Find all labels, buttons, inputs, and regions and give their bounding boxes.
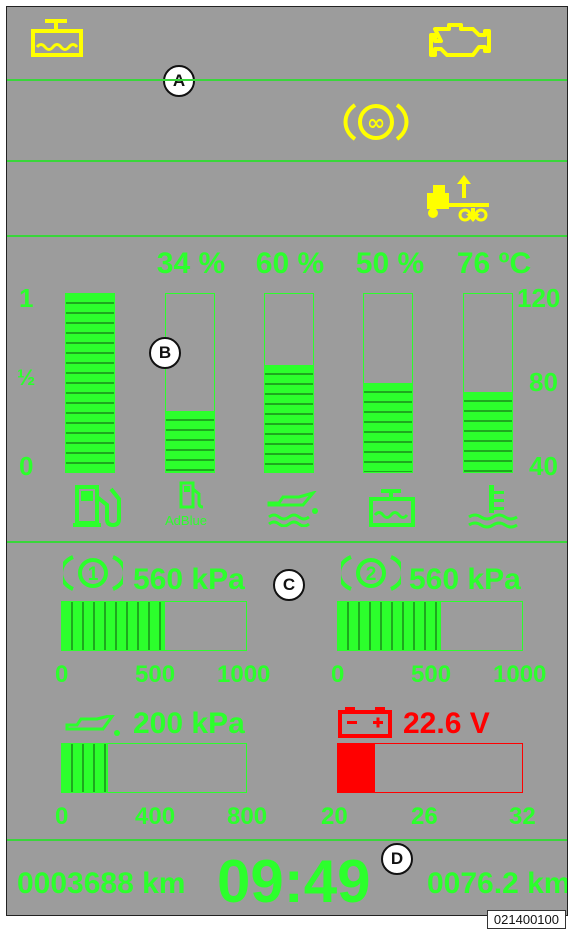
brake-circuit-1-number: 1 [88,564,99,585]
engine-warning-icon [425,21,495,62]
oil-pressure-bar [61,743,247,793]
parking-brake-icon: ∞ [341,99,411,150]
fuel-scale-empty: 0 [19,451,34,481]
brake-circuit-1-icon: 1 [59,553,127,598]
oil-tick-max: 800 [227,803,268,830]
battery-tick-max: 32 [509,803,536,830]
coolant-percent: 50 % [355,247,425,280]
hydraulic-oil-icon [265,490,325,532]
hydraulic-oil-gauge-fill [265,365,313,472]
callout-a: A [163,65,195,97]
callout-c: C [273,569,305,601]
oil-pressure-icon [63,712,125,744]
brake-1-tick-max: 1000 [217,661,271,688]
coolant-temperature-icon [465,483,521,534]
brake-circuit-1-fill [62,602,166,650]
coolant-temperature-gauge-fill [464,391,512,472]
coolant-temperature-gauge-bar [463,293,513,473]
battery-tick-mid: 26 [411,803,438,830]
brake-2-tick-min: 0 [331,661,345,688]
battery-tick-min: 20 [321,803,348,830]
clock-time: 09:49 [217,848,371,915]
hydraulic-oil-percent: 60 % [255,247,325,280]
hydraulic-oil-gauge-bar [264,293,314,473]
separator [7,160,567,162]
odometer: 0003688 km [17,867,186,900]
coolant-temperature-value: 76 ºC [456,247,532,280]
brake-2-tick-mid: 500 [411,661,452,688]
fuel-gauge-bar [65,293,115,473]
fuel-icon [71,483,127,534]
battery-icon [337,705,393,744]
adblue-gauge-fill [166,411,214,472]
brake-1-tick-mid: 500 [135,661,176,688]
battery-voltage-value: 22.6 V [403,707,490,740]
separator [7,839,567,841]
brake-1-tick-min: 0 [55,661,69,688]
brake-circuit-2-fill [338,602,442,650]
fuel-scale-half: ½ [17,365,36,390]
svg-text:∞: ∞ [367,111,385,136]
figure-reference-code: 021400100 [486,910,566,929]
adblue-percent: 34 % [156,247,226,280]
brake-2-tick-max: 1000 [493,661,547,688]
adblue-icon-label: AdBlue [165,513,207,528]
brake-circuit-2-pressure: 560 kPa [409,563,521,596]
trip-meter: 0076.2 km [427,867,568,900]
brake-circuit-1-bar [61,601,247,651]
battery-voltage-fill [338,744,375,792]
temp-scale-top: 120 [517,283,561,313]
separator [7,235,567,237]
brake-circuit-2-icon: 2 [337,553,405,598]
coolant-gauge-bar [363,293,413,473]
separator [7,541,567,543]
oil-pressure-fill [62,744,108,792]
callout-d: D [381,843,413,875]
temp-scale-bottom: 40 [529,451,558,481]
oil-pressure-value: 200 kPa [133,707,245,740]
oil-tick-min: 0 [55,803,69,830]
adblue-gauge-bar [165,293,215,473]
instrument-display: A ∞ 34 % 60 % 50 % 76 ºC 1 ½ 0 120 80 40 [6,6,568,916]
brake-circuit-1-pressure: 560 kPa [133,563,245,596]
coolant-level-icon [367,487,417,534]
brake-circuit-2-number: 2 [366,564,377,585]
separator [7,79,567,81]
callout-b: B [149,337,181,369]
brake-circuit-2-bar [337,601,523,651]
fuel-gauge-fill [66,294,114,472]
coolant-level-warning-icon [29,17,85,62]
fuel-scale-full: 1 [19,283,34,313]
temp-scale-mid: 80 [529,367,558,397]
axle-lift-icon [423,175,493,228]
oil-tick-mid: 400 [135,803,176,830]
coolant-gauge-fill [364,383,412,472]
battery-voltage-bar [337,743,523,793]
